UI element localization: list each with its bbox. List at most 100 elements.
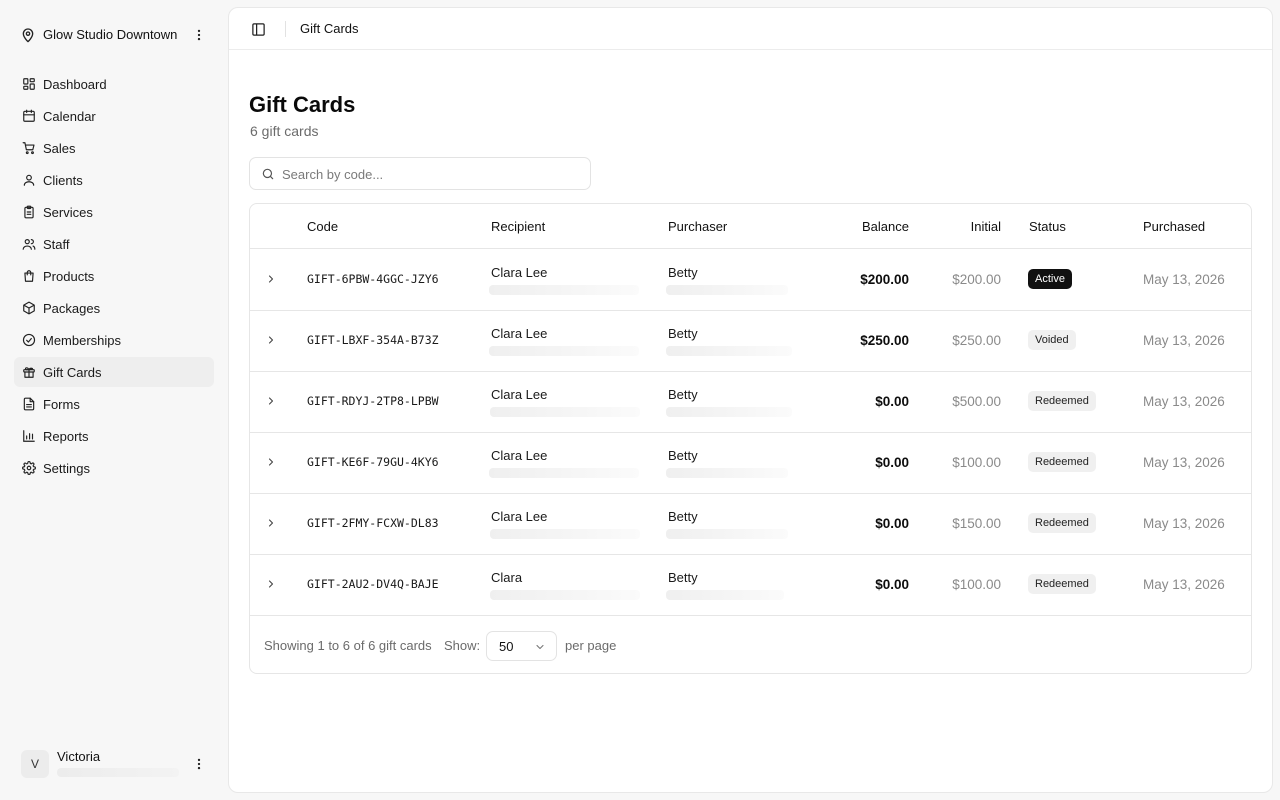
user-email-placeholder (57, 768, 179, 777)
gift-card-code: GIFT-RDYJ-2TP8-LPBW (307, 394, 439, 408)
bar-chart-icon (23, 430, 35, 442)
workspace-switcher[interactable]: Glow Studio Downtown (16, 20, 214, 50)
column-header-balance[interactable]: Balance (862, 219, 909, 234)
workspace-menu-button[interactable] (189, 25, 209, 45)
gift-card-code: GIFT-6PBW-4GGC-JZY6 (307, 272, 439, 286)
recipient-name: Clara Lee (491, 509, 548, 524)
sidebar-item-products[interactable]: Products (14, 261, 214, 291)
purchased-date: May 13, 2026 (1143, 333, 1225, 348)
table-row[interactable]: GIFT-RDYJ-2TP8-LPBW Clara Lee Betty $0.0… (250, 371, 1251, 433)
gift-card-code: GIFT-LBXF-354A-B73Z (307, 333, 439, 347)
column-header-code[interactable]: Code (307, 219, 338, 234)
location-pin-icon (22, 28, 34, 43)
recipient-email-placeholder (490, 529, 640, 539)
page-size-label: Show: (444, 638, 481, 653)
purchased-date: May 13, 2026 (1143, 272, 1225, 287)
sidebar-item-label: Products (43, 269, 95, 284)
user-name: Victoria (57, 749, 101, 764)
balance-value: $250.00 (860, 333, 909, 348)
recipient-email-placeholder (490, 590, 640, 600)
sidebar-item-label: Memberships (43, 333, 122, 348)
table-footer: Showing 1 to 6 of 6 gift cards Show: 50 … (250, 617, 1251, 673)
sidebar-item-staff[interactable]: Staff (14, 229, 214, 259)
sidebar-item-forms[interactable]: Forms (14, 389, 214, 419)
expand-row-button[interactable] (263, 515, 279, 531)
sidebar-item-dashboard[interactable]: Dashboard (14, 69, 214, 99)
top-bar: Gift Cards (229, 8, 1272, 50)
sidebar-nav: Dashboard Calendar Sales Clients Service… (14, 69, 214, 485)
sidebar-item-packages[interactable]: Packages (14, 293, 214, 323)
expand-row-button[interactable] (263, 271, 279, 287)
sidebar-item-clients[interactable]: Clients (14, 165, 214, 195)
bag-icon (24, 270, 34, 282)
user-menu-button[interactable] (189, 754, 209, 774)
page-title: Gift Cards (249, 92, 356, 117)
purchaser-name: Betty (668, 387, 698, 402)
column-header-status[interactable]: Status (1029, 219, 1066, 234)
chevron-right-icon (268, 580, 274, 588)
sidebar-item-sales[interactable]: Sales (14, 133, 214, 163)
sidebar-item-settings[interactable]: Settings (14, 453, 214, 483)
sidebar-item-label: Calendar (43, 109, 96, 124)
table-row[interactable]: GIFT-KE6F-79GU-4KY6 Clara Lee Betty $0.0… (250, 432, 1251, 494)
gift-card-code: GIFT-KE6F-79GU-4KY6 (307, 455, 439, 469)
file-icon (23, 397, 35, 411)
sidebar-item-services[interactable]: Services (14, 197, 214, 227)
recipient-name: Clara Lee (491, 448, 548, 463)
calendar-icon (23, 109, 35, 122)
chevron-down-icon (536, 644, 544, 650)
sidebar-toggle-icon (251, 22, 265, 36)
sidebar-item-gift-cards[interactable]: Gift Cards (14, 357, 214, 387)
sidebar-item-reports[interactable]: Reports (14, 421, 214, 451)
column-header-purchaser[interactable]: Purchaser (668, 219, 727, 234)
purchaser-name: Betty (668, 570, 698, 585)
expand-row-button[interactable] (263, 454, 279, 470)
breadcrumb: Gift Cards (300, 21, 359, 36)
user-menu[interactable]: V Victoria (16, 744, 214, 784)
search-box (249, 157, 591, 190)
initial-value: $250.00 (952, 333, 1001, 348)
expand-row-button[interactable] (263, 393, 279, 409)
status-badge: Redeemed (1028, 513, 1096, 533)
table-row[interactable]: GIFT-LBXF-354A-B73Z Clara Lee Betty $250… (250, 310, 1251, 372)
initial-value: $100.00 (952, 455, 1001, 470)
gift-card-code: GIFT-2AU2-DV4Q-BAJE (307, 577, 439, 591)
app-root: Glow Studio Downtown Dashboard Calendar (0, 0, 1280, 800)
recipient-email-placeholder (489, 285, 639, 295)
initial-value: $100.00 (952, 577, 1001, 592)
sidebar-item-label: Staff (43, 237, 70, 252)
purchased-date: May 13, 2026 (1143, 516, 1225, 531)
chevron-right-icon (268, 458, 274, 466)
purchaser-email-placeholder (666, 285, 788, 295)
recipient-name: Clara Lee (491, 265, 548, 280)
main-panel: Gift Cards Gift Cards 6 gift cards Code … (228, 7, 1273, 793)
sidebar-item-calendar[interactable]: Calendar (14, 101, 214, 131)
status-badge: Redeemed (1028, 452, 1096, 472)
column-header-initial[interactable]: Initial (971, 219, 1001, 234)
page-size-value: 50 (499, 639, 514, 654)
purchaser-name: Betty (668, 448, 698, 463)
check-circle-icon (22, 333, 36, 347)
column-header-recipient[interactable]: Recipient (491, 219, 545, 234)
sidebar-item-label: Packages (43, 301, 101, 316)
recipient-email-placeholder (490, 407, 640, 417)
sidebar-item-memberships[interactable]: Memberships (14, 325, 214, 355)
initial-value: $200.00 (952, 272, 1001, 287)
users-icon (22, 239, 36, 250)
table-row[interactable]: GIFT-2AU2-DV4Q-BAJE Clara Betty $0.00 $1… (250, 554, 1251, 616)
expand-row-button[interactable] (263, 332, 279, 348)
page-size-select[interactable]: 50 (486, 631, 557, 661)
package-icon (23, 301, 35, 315)
table-row[interactable]: GIFT-6PBW-4GGC-JZY6 Clara Lee Betty $200… (250, 249, 1251, 311)
expand-row-button[interactable] (263, 576, 279, 592)
search-icon (262, 168, 274, 180)
search-input[interactable] (282, 163, 582, 185)
column-header-purchased[interactable]: Purchased (1143, 219, 1205, 234)
avatar: V (21, 750, 49, 778)
divider (285, 21, 286, 37)
purchased-date: May 13, 2026 (1143, 577, 1225, 592)
status-badge: Redeemed (1028, 391, 1096, 411)
sidebar-toggle-button[interactable] (247, 18, 269, 40)
table-row[interactable]: GIFT-2FMY-FCXW-DL83 Clara Lee Betty $0.0… (250, 493, 1251, 555)
status-badge: Redeemed (1028, 574, 1096, 594)
